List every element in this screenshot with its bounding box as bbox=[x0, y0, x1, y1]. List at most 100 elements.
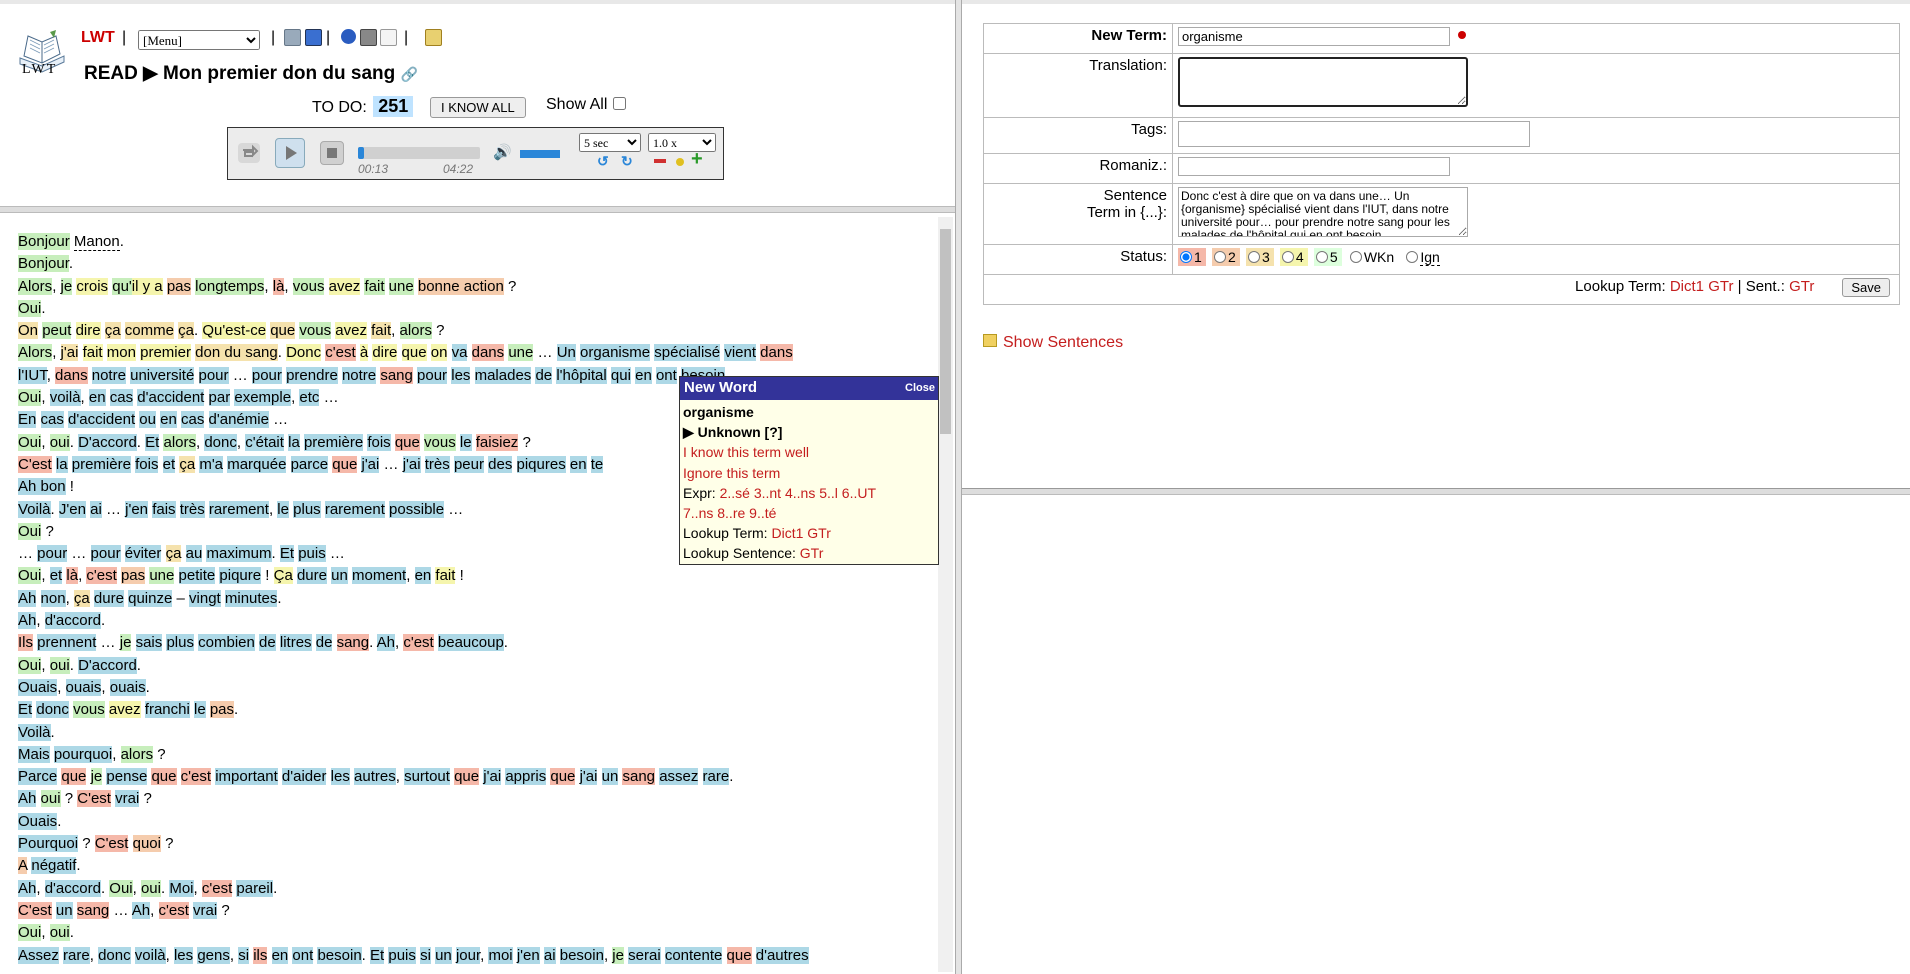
word[interactable]: rarement bbox=[324, 500, 385, 518]
word[interactable]: le bbox=[193, 701, 206, 719]
word[interactable]: l'hôpital bbox=[556, 366, 607, 384]
word[interactable]: sang bbox=[622, 768, 656, 786]
word[interactable]: fais bbox=[152, 500, 176, 518]
word[interactable]: d'autres bbox=[755, 946, 809, 964]
gtr-link[interactable]: GTr bbox=[807, 525, 831, 541]
word[interactable]: combien bbox=[198, 634, 255, 652]
word[interactable]: D'accord bbox=[78, 433, 137, 451]
word[interactable]: ouais bbox=[65, 678, 102, 696]
word[interactable]: va bbox=[451, 344, 468, 362]
word[interactable]: ça bbox=[73, 589, 90, 607]
word[interactable]: très bbox=[179, 500, 205, 518]
status-option-wkn[interactable]: WKn bbox=[1348, 248, 1398, 266]
status-radio[interactable] bbox=[1180, 251, 1192, 263]
word[interactable]: que bbox=[151, 768, 177, 786]
word[interactable]: l'IUT bbox=[18, 366, 47, 384]
status-radio[interactable] bbox=[1213, 251, 1226, 263]
word[interactable]: ai bbox=[90, 500, 102, 518]
word[interactable]: contente bbox=[664, 946, 723, 964]
word[interactable]: Oui bbox=[18, 567, 42, 585]
status-radio[interactable] bbox=[1315, 251, 1328, 263]
word[interactable]: rare bbox=[63, 946, 90, 964]
faster-icon[interactable]: + bbox=[691, 149, 703, 169]
previous-text-icon[interactable] bbox=[284, 29, 301, 46]
word[interactable]: Oui bbox=[18, 924, 42, 942]
word[interactable]: moment bbox=[352, 567, 407, 585]
ignore-term-link[interactable]: Ignore this term bbox=[683, 463, 935, 483]
word[interactable]: Oui bbox=[18, 299, 42, 317]
word[interactable]: d'accident bbox=[137, 389, 205, 407]
word[interactable]: c'était bbox=[245, 433, 284, 451]
word[interactable]: pareil bbox=[236, 879, 274, 897]
print-icon[interactable] bbox=[360, 29, 377, 46]
volume-icon[interactable]: 🔊 bbox=[493, 143, 512, 161]
word[interactable]: appris bbox=[505, 768, 547, 786]
word[interactable]: A bbox=[18, 857, 28, 875]
word[interactable]: Voilà bbox=[18, 500, 51, 518]
word[interactable]: une bbox=[149, 567, 175, 585]
word[interactable]: c'est bbox=[86, 567, 117, 585]
word[interactable]: un bbox=[601, 768, 619, 786]
tags-input[interactable] bbox=[1178, 121, 1530, 147]
word[interactable]: prennent bbox=[37, 634, 97, 652]
word[interactable]: Oui bbox=[18, 433, 42, 451]
word[interactable]: par bbox=[208, 389, 231, 407]
word[interactable]: c'est bbox=[403, 634, 434, 652]
status-option-5[interactable]: 5 bbox=[1313, 248, 1342, 266]
word[interactable]: C'est bbox=[77, 790, 111, 808]
word[interactable]: vient bbox=[724, 344, 756, 362]
word[interactable]: une bbox=[388, 277, 414, 295]
word[interactable]: qui bbox=[610, 366, 631, 384]
volume-bar[interactable] bbox=[520, 150, 560, 158]
word[interactable]: c'est bbox=[180, 768, 212, 786]
word[interactable]: serai bbox=[628, 946, 661, 964]
word[interactable]: c'est bbox=[158, 901, 189, 919]
word[interactable]: organisme bbox=[580, 344, 651, 362]
word[interactable]: très bbox=[424, 455, 450, 473]
word[interactable]: Oui bbox=[109, 879, 133, 897]
word[interactable]: C'est bbox=[18, 901, 52, 919]
link-icon[interactable]: 🔗 bbox=[401, 66, 418, 82]
word[interactable]: alors bbox=[120, 745, 154, 763]
word[interactable]: Mais bbox=[18, 745, 50, 763]
word[interactable]: pense bbox=[106, 768, 148, 786]
word[interactable]: parce bbox=[290, 455, 329, 473]
word[interactable]: là bbox=[272, 277, 285, 295]
word[interactable]: rare bbox=[702, 768, 730, 786]
word[interactable]: je bbox=[60, 277, 73, 295]
word[interactable]: dure bbox=[296, 567, 327, 585]
word[interactable]: besoin bbox=[559, 946, 604, 964]
word[interactable]: j'ai bbox=[402, 455, 421, 473]
word[interactable]: avez bbox=[108, 701, 141, 719]
word[interactable]: j'ai bbox=[483, 768, 502, 786]
menu-select[interactable]: [Menu] bbox=[138, 30, 260, 50]
status-option-4[interactable]: 4 bbox=[1279, 248, 1308, 266]
word[interactable]: pour bbox=[198, 366, 229, 384]
word[interactable]: plus bbox=[293, 500, 321, 518]
word[interactable]: dire bbox=[372, 344, 398, 362]
word[interactable]: de bbox=[315, 634, 333, 652]
speed-select[interactable]: 1.0 x bbox=[648, 133, 716, 152]
stop-icon[interactable] bbox=[320, 141, 344, 165]
word[interactable]: j'en bbox=[125, 500, 149, 518]
word[interactable]: alors bbox=[163, 433, 196, 451]
word[interactable]: on bbox=[430, 344, 448, 362]
word[interactable]: Alors bbox=[18, 277, 53, 295]
word[interactable]: voilà bbox=[134, 946, 166, 964]
word[interactable]: ou bbox=[139, 411, 156, 429]
word[interactable]: je bbox=[90, 768, 103, 786]
expr-link[interactable]: 8..re bbox=[717, 505, 745, 521]
word[interactable]: d'accord bbox=[44, 879, 101, 897]
word[interactable]: sang bbox=[380, 366, 413, 384]
word[interactable]: etc bbox=[299, 389, 320, 407]
word[interactable]: ai bbox=[543, 946, 556, 964]
word[interactable]: j'en bbox=[516, 946, 540, 964]
word[interactable]: sang bbox=[336, 634, 370, 652]
word[interactable]: Ah bbox=[131, 901, 151, 919]
word[interactable]: maximum bbox=[206, 545, 272, 563]
word[interactable]: besoin bbox=[317, 946, 362, 964]
word[interactable]: au bbox=[185, 545, 203, 563]
romanization-input[interactable] bbox=[1178, 157, 1450, 176]
skip-select[interactable]: 5 sec bbox=[579, 133, 641, 152]
word[interactable]: crois bbox=[76, 277, 109, 295]
